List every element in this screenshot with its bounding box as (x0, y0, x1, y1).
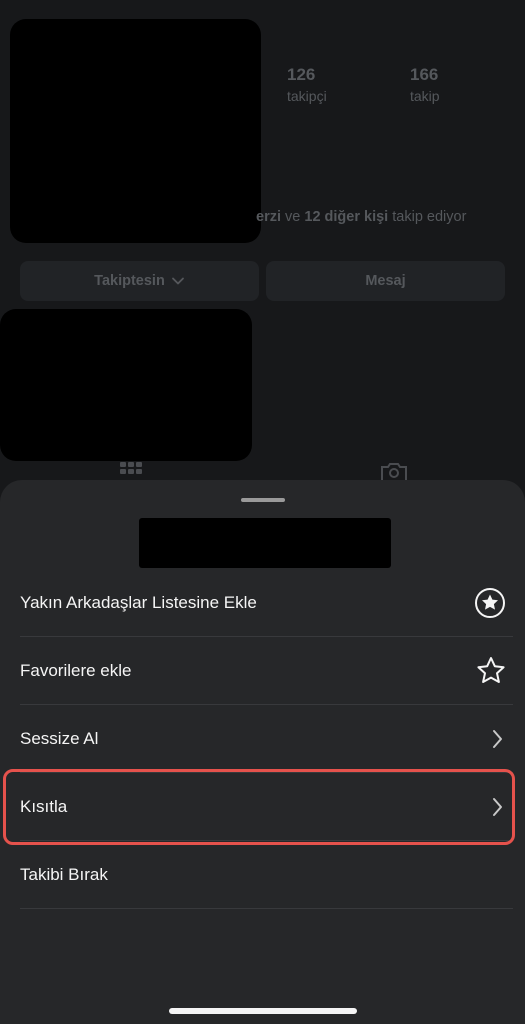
followers-label: takipçi (287, 88, 327, 104)
options-menu: Yakın Arkadaşlar Listesine Ekle Favorile… (0, 569, 525, 909)
message-button[interactable]: Mesaj (266, 261, 505, 301)
following-button-label: Takiptesin (94, 273, 165, 289)
followed-by-suffix: takip ediyor (392, 209, 467, 225)
menu-item-label: Yakın Arkadaşlar Listesine Ekle (20, 593, 257, 612)
redacted-sheet-title (139, 518, 391, 568)
followed-by-and: ve (285, 209, 301, 225)
followers-stat[interactable]: 126 takipçi (287, 65, 327, 104)
menu-item-close-friends[interactable]: Yakın Arkadaşlar Listesine Ekle (0, 569, 525, 637)
tagged-photos-icon[interactable] (379, 461, 409, 481)
grid-icon[interactable] (119, 461, 143, 481)
redacted-highlight-area (0, 309, 252, 461)
restrict-highlight-box (3, 769, 515, 845)
following-button[interactable]: Takiptesin (20, 261, 259, 301)
drag-handle[interactable] (241, 498, 285, 502)
followers-count: 126 (287, 65, 316, 84)
redacted-profile-picture (10, 19, 261, 243)
menu-item-unfollow[interactable]: Takibi Bırak (0, 841, 525, 909)
close-friends-star-circle-icon (473, 586, 507, 620)
menu-item-label: Takibi Bırak (20, 865, 108, 884)
menu-item-mute[interactable]: Sessize Al (0, 705, 525, 773)
chevron-down-icon (171, 277, 184, 285)
options-bottom-sheet: Yakın Arkadaşlar Listesine Ekle Favorile… (0, 480, 525, 1024)
menu-item-label: Sessize Al (20, 729, 99, 748)
following-stat[interactable]: 166 takip (410, 65, 440, 104)
home-indicator[interactable] (169, 1008, 357, 1014)
chevron-right-icon (487, 727, 507, 751)
following-count: 166 (410, 65, 439, 84)
star-outline-icon (475, 655, 507, 687)
message-button-label: Mesaj (365, 273, 406, 289)
following-label: takip (410, 88, 440, 104)
followed-by-text[interactable]: erzi ve 12 diğer kişi takip ediyor (256, 209, 466, 225)
followed-by-name: erzi (256, 209, 281, 225)
followed-by-others: 12 diğer kişi (304, 209, 389, 225)
menu-item-add-favorites[interactable]: Favorilere ekle (0, 637, 525, 705)
menu-item-label: Favorilere ekle (20, 661, 132, 680)
